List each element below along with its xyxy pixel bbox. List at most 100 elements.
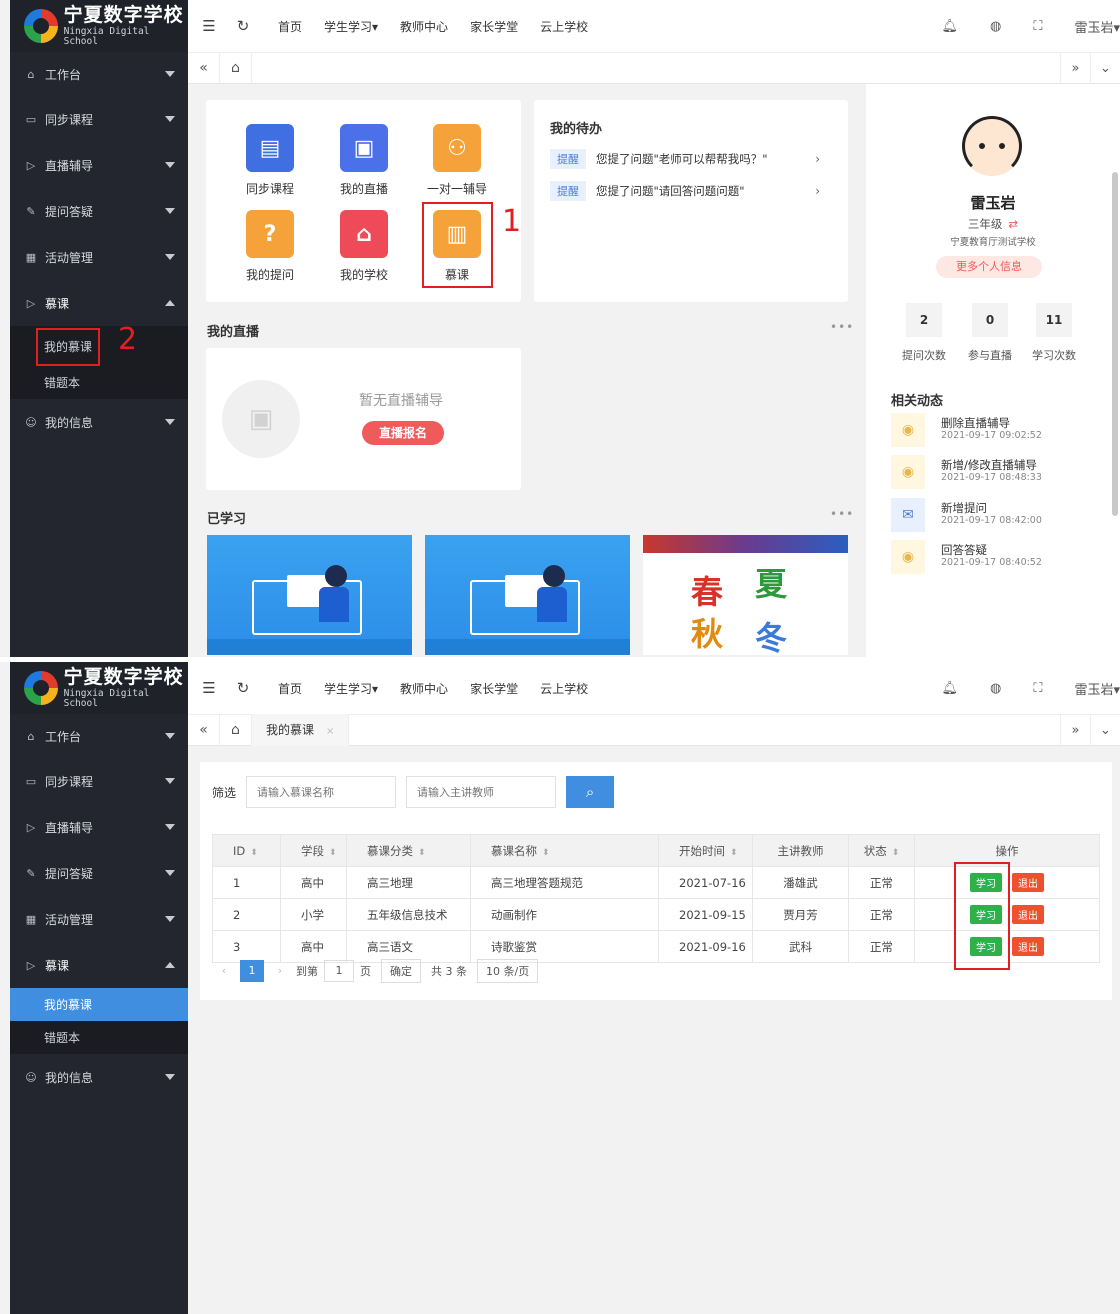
menu-toggle-icon[interactable]: ☰ xyxy=(196,679,222,697)
nav-parent[interactable]: 家长学堂 xyxy=(470,680,518,697)
todo-item[interactable]: 提醒 您提了问题"请回答问题问题" › xyxy=(550,181,832,201)
top-bar: ☰ ↻ 首页 学生学习▾ 教师中心 家长学堂 云上学校 🔔︎ ◍ ⛶ 雷玉岩▾ xyxy=(188,662,1120,714)
tabs-right-icon[interactable]: » xyxy=(1060,53,1090,85)
live-more-icon[interactable]: ••• xyxy=(830,320,854,334)
course-thumbnail[interactable] xyxy=(207,535,412,655)
callout-number-1: 1 xyxy=(502,204,522,239)
tabs-menu-icon[interactable]: ⌄ xyxy=(1090,715,1120,747)
sidebar-item-my-info[interactable]: ☺ 我的信息 xyxy=(10,399,188,445)
sidebar-item-mooc[interactable]: ▷ 慕课 xyxy=(10,280,188,326)
user-menu[interactable]: 雷玉岩▾ xyxy=(1074,17,1120,36)
tv-placeholder-icon: ▣ xyxy=(222,380,300,458)
switch-icon[interactable]: ⇄ xyxy=(1008,217,1018,231)
col-name[interactable]: 慕课名称 ⬍ xyxy=(470,834,659,867)
highlight-box-study xyxy=(954,862,1010,970)
teacher-input[interactable] xyxy=(406,776,557,808)
sidebar-item-mooc[interactable]: ▷ 慕课 xyxy=(10,942,188,988)
sidebar-item-my-mooc[interactable]: 我的慕课 xyxy=(10,988,188,1021)
sidebar-item-qa[interactable]: ✎ 提问答疑 xyxy=(10,188,188,234)
next-page-icon[interactable]: › xyxy=(268,960,292,982)
nav-student[interactable]: 学生学习▾ xyxy=(324,18,378,35)
sidebar-item-workbench[interactable]: ⌂ 工作台 xyxy=(10,52,188,96)
bell-icon[interactable]: 🔔︎ xyxy=(942,19,959,34)
sidebar-item-activity[interactable]: ▦ 活动管理 xyxy=(10,896,188,942)
callout-number-2: 2 xyxy=(118,322,138,357)
brand-name: 宁夏数字学校 xyxy=(63,4,184,26)
todo-item[interactable]: 提醒 您提了问题"老师可以帮帮我吗？" › xyxy=(550,149,832,169)
sidebar-item-qa[interactable]: ✎ 提问答疑 xyxy=(10,850,188,896)
fullscreen-icon[interactable]: ⛶ xyxy=(1033,19,1042,34)
screenshot-home: 宁夏数字学校 Ningxia Digital School ⌂ 工作台 ▭ 同步课程… xyxy=(0,0,1120,657)
live-signup-button[interactable]: 直播报名 xyxy=(362,421,444,445)
exit-button[interactable]: 退出 xyxy=(1012,905,1044,924)
app-sync-course[interactable]: ▤ 同步课程 xyxy=(230,124,310,197)
sidebar-item-sync-course[interactable]: ▭ 同步课程 xyxy=(10,758,188,804)
more-info-button[interactable]: 更多个人信息 xyxy=(936,256,1042,278)
close-icon[interactable]: × xyxy=(326,726,334,737)
course-thumbnail[interactable] xyxy=(425,535,630,655)
logo[interactable]: 宁夏数字学校 Ningxia Digital School xyxy=(10,0,188,52)
tabs-left-icon[interactable]: « xyxy=(188,52,220,84)
col-start[interactable]: 开始时间 ⬍ xyxy=(658,834,753,867)
refresh-icon[interactable]: ↻ xyxy=(230,679,256,697)
theme-icon[interactable]: ◍ xyxy=(990,19,1001,34)
bell-icon[interactable]: 🔔︎ xyxy=(942,681,959,696)
refresh-icon[interactable]: ↻ xyxy=(230,17,256,35)
tab-home-icon[interactable]: ⌂ xyxy=(220,714,252,746)
sidebar-item-live[interactable]: ▷ 直播辅导 xyxy=(10,804,188,850)
page-number[interactable]: 1 xyxy=(240,960,264,982)
todo-title: 我的待办 xyxy=(550,122,603,137)
app-my-questions[interactable]: ? 我的提问 xyxy=(230,210,310,283)
sort-icon: ⬍ xyxy=(730,847,738,858)
tabs-right-icon[interactable]: » xyxy=(1060,715,1090,747)
exit-button[interactable]: 退出 xyxy=(1012,937,1044,956)
sidebar-item-live[interactable]: ▷ 直播辅导 xyxy=(10,142,188,188)
nav-cloud-school[interactable]: 云上学校 xyxy=(540,18,588,35)
tabs-left-icon[interactable]: « xyxy=(188,714,220,746)
nav-teacher[interactable]: 教师中心 xyxy=(400,680,448,697)
nav-parent[interactable]: 家长学堂 xyxy=(470,18,518,35)
course-name-input[interactable] xyxy=(246,776,397,808)
goto-confirm-button[interactable]: 确定 xyxy=(381,959,421,983)
goto-page-input[interactable]: 1 xyxy=(324,960,354,982)
sidebar-item-sync-course[interactable]: ▭ 同步课程 xyxy=(10,96,188,142)
app-my-school[interactable]: ⌂ 我的学校 xyxy=(324,210,404,283)
nav-home[interactable]: 首页 xyxy=(278,18,302,35)
tab-my-mooc[interactable]: 我的慕课 × xyxy=(252,714,350,746)
page-size-select[interactable]: 10 条/页 xyxy=(477,959,539,983)
nav-cloud-school[interactable]: 云上学校 xyxy=(540,680,588,697)
sidebar-item-my-info[interactable]: ☺ 我的信息 xyxy=(10,1054,188,1100)
theme-icon[interactable]: ◍ xyxy=(990,681,1001,696)
highlight-box-my-mooc xyxy=(36,328,100,366)
sidebar-item-wrong-book[interactable]: 错题本 xyxy=(10,366,188,399)
exit-button[interactable]: 退出 xyxy=(1012,873,1044,892)
logo[interactable]: 宁夏数字学校 Ningxia Digital School xyxy=(10,662,188,714)
tab-home-icon[interactable]: ⌂ xyxy=(220,52,252,84)
prev-page-icon[interactable]: ‹ xyxy=(212,960,236,982)
eye-icon: ◉ xyxy=(891,413,925,447)
menu-toggle-icon[interactable]: ☰ xyxy=(196,17,222,35)
tab-strip: « ⌂ » ⌄ xyxy=(188,52,1120,85)
scrollbar[interactable] xyxy=(1112,172,1118,516)
stat-study: 11 学习次数 xyxy=(1024,303,1084,363)
sidebar-item-workbench[interactable]: ⌂ 工作台 xyxy=(10,714,188,758)
app-my-live[interactable]: ▣ 我的直播 xyxy=(324,124,404,197)
tabs-menu-icon[interactable]: ⌄ xyxy=(1090,53,1120,85)
live-empty-text: 暂无直播辅导 xyxy=(359,393,443,409)
learned-more-icon[interactable]: ••• xyxy=(830,507,854,521)
sidebar-item-activity[interactable]: ▦ 活动管理 xyxy=(10,234,188,280)
nav-student[interactable]: 学生学习▾ xyxy=(324,680,378,697)
col-id[interactable]: ID ⬍ xyxy=(212,834,281,867)
sidebar-item-wrong-book[interactable]: 错题本 xyxy=(10,1021,188,1054)
nav-teacher[interactable]: 教师中心 xyxy=(400,18,448,35)
col-status[interactable]: 状态 ⬍ xyxy=(848,834,915,867)
col-category[interactable]: 慕课分类 ⬍ xyxy=(346,834,471,867)
user-menu[interactable]: 雷玉岩▾ xyxy=(1074,679,1120,698)
course-thumbnail[interactable]: 春 夏 秋 冬 xyxy=(643,535,848,655)
search-button[interactable]: ⌕ xyxy=(566,776,615,808)
stat-live: 0 参与直播 xyxy=(960,303,1020,363)
fullscreen-icon[interactable]: ⛶ xyxy=(1033,681,1042,696)
col-stage[interactable]: 学段 ⬍ xyxy=(280,834,347,867)
nav-home[interactable]: 首页 xyxy=(278,680,302,697)
app-one-on-one[interactable]: ⚇ 一对一辅导 xyxy=(417,124,497,197)
